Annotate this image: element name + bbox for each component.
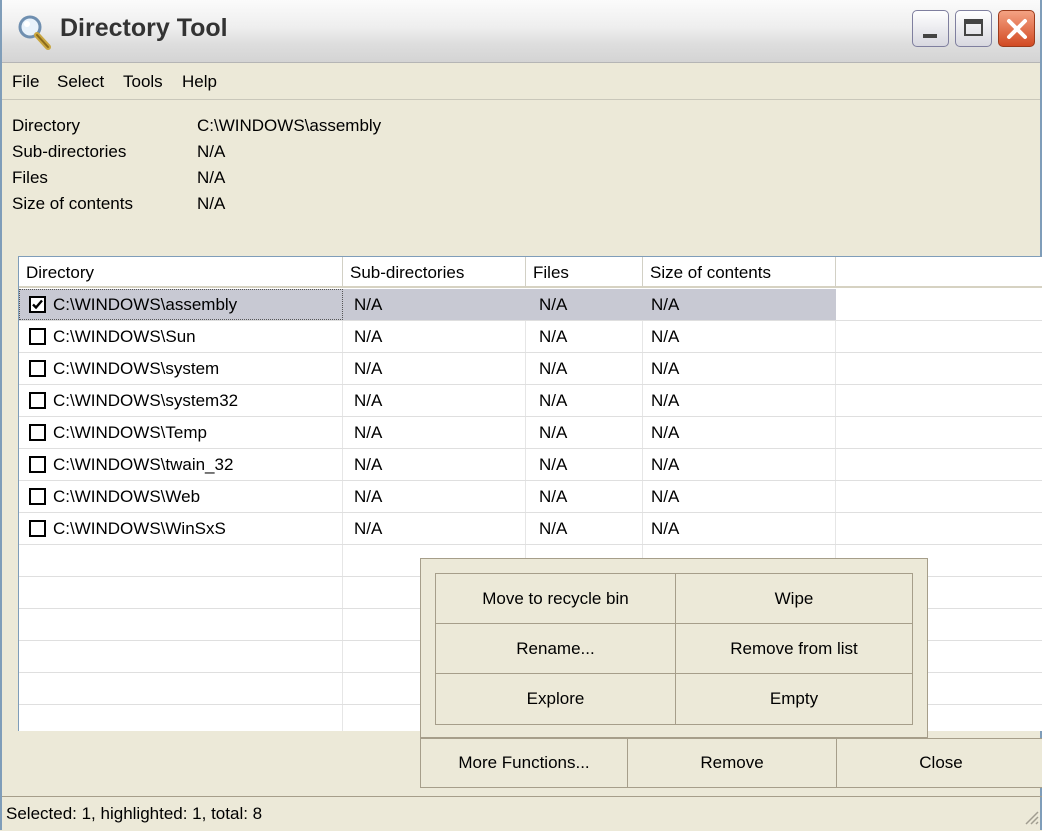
directory-path: C:\WINDOWS\Web bbox=[53, 481, 200, 512]
info-value: N/A bbox=[197, 194, 225, 214]
directory-tool-window: Directory Tool File Select Tools Help Di… bbox=[0, 0, 1042, 830]
table-row[interactable]: C:\WINDOWS\WinSxS N/A N/A N/A bbox=[19, 513, 1042, 545]
cell-files: N/A bbox=[526, 449, 643, 480]
row-checkbox[interactable] bbox=[29, 296, 46, 313]
cell-directory: C:\WINDOWS\system32 bbox=[19, 385, 343, 416]
menu-select[interactable]: Select bbox=[57, 72, 104, 92]
cell-subdirectories: N/A bbox=[343, 353, 526, 384]
info-label: Size of contents bbox=[12, 194, 133, 214]
close-icon bbox=[1005, 17, 1029, 41]
list-header: Directory Sub-directories Files Size of … bbox=[19, 257, 1042, 289]
info-value: N/A bbox=[197, 168, 225, 188]
cell-size: N/A bbox=[643, 513, 836, 544]
cell-subdirectories: N/A bbox=[343, 321, 526, 352]
column-header-files[interactable]: Files bbox=[526, 257, 643, 288]
maximize-button[interactable] bbox=[955, 10, 992, 47]
table-row[interactable]: C:\WINDOWS\Temp N/A N/A N/A bbox=[19, 417, 1042, 449]
column-header-size[interactable]: Size of contents bbox=[643, 257, 836, 288]
magnifier-icon bbox=[14, 12, 54, 52]
cell-size: N/A bbox=[643, 417, 836, 448]
cell-size: N/A bbox=[643, 449, 836, 480]
title-bar[interactable]: Directory Tool bbox=[2, 0, 1040, 63]
close-button[interactable]: Close bbox=[836, 738, 1042, 788]
directory-path: C:\WINDOWS\twain_32 bbox=[53, 449, 233, 480]
cell-directory: C:\WINDOWS\Sun bbox=[19, 321, 343, 352]
cell-size: N/A bbox=[643, 481, 836, 512]
row-checkbox[interactable] bbox=[29, 456, 46, 473]
empty-button[interactable]: Empty bbox=[676, 674, 912, 724]
table-row[interactable]: C:\WINDOWS\Web N/A N/A N/A bbox=[19, 481, 1042, 513]
row-checkbox[interactable] bbox=[29, 360, 46, 377]
explore-button[interactable]: Explore bbox=[436, 674, 676, 724]
cell-size: N/A bbox=[643, 353, 836, 384]
cell-directory: C:\WINDOWS\twain_32 bbox=[19, 449, 343, 480]
directory-path: C:\WINDOWS\Temp bbox=[53, 417, 207, 448]
menu-file[interactable]: File bbox=[12, 72, 39, 92]
cell-directory: C:\WINDOWS\assembly bbox=[19, 289, 343, 320]
info-label: Sub-directories bbox=[12, 142, 126, 162]
row-checkbox[interactable] bbox=[29, 520, 46, 537]
cell-files: N/A bbox=[526, 321, 643, 352]
functions-grid: Move to recycle bin Wipe Rename... Remov… bbox=[435, 573, 913, 725]
cell-files: N/A bbox=[526, 385, 643, 416]
directory-path: C:\WINDOWS\Sun bbox=[53, 321, 196, 352]
cell-size: N/A bbox=[643, 321, 836, 352]
cell-directory: C:\WINDOWS\Web bbox=[19, 481, 343, 512]
cell-size: N/A bbox=[643, 385, 836, 416]
cell-subdirectories: N/A bbox=[343, 449, 526, 480]
remove-from-list-button[interactable]: Remove from list bbox=[676, 624, 912, 674]
cell-subdirectories: N/A bbox=[343, 481, 526, 512]
close-window-button[interactable] bbox=[998, 10, 1035, 47]
directory-path: C:\WINDOWS\system32 bbox=[53, 385, 238, 416]
remove-button[interactable]: Remove bbox=[627, 738, 837, 788]
wipe-button[interactable]: Wipe bbox=[676, 574, 912, 624]
cell-subdirectories: N/A bbox=[343, 289, 526, 320]
directory-path: C:\WINDOWS\assembly bbox=[53, 289, 237, 320]
directory-path: C:\WINDOWS\system bbox=[53, 353, 219, 384]
info-value: C:\WINDOWS\assembly bbox=[197, 116, 381, 136]
menu-help[interactable]: Help bbox=[182, 72, 217, 92]
cell-files: N/A bbox=[526, 513, 643, 544]
cell-directory: C:\WINDOWS\system bbox=[19, 353, 343, 384]
cell-size: N/A bbox=[643, 289, 836, 320]
column-header-subdirectories[interactable]: Sub-directories bbox=[343, 257, 526, 288]
column-header-directory[interactable]: Directory bbox=[19, 257, 343, 288]
table-row[interactable]: C:\WINDOWS\system32 N/A N/A N/A bbox=[19, 385, 1042, 417]
status-text: Selected: 1, highlighted: 1, total: 8 bbox=[6, 804, 262, 824]
column-header-filler bbox=[836, 257, 1042, 288]
info-value: N/A bbox=[197, 142, 225, 162]
cell-subdirectories: N/A bbox=[343, 513, 526, 544]
cell-subdirectories: N/A bbox=[343, 417, 526, 448]
cell-subdirectories: N/A bbox=[343, 385, 526, 416]
cell-directory: C:\WINDOWS\Temp bbox=[19, 417, 343, 448]
row-checkbox[interactable] bbox=[29, 328, 46, 345]
status-bar: Selected: 1, highlighted: 1, total: 8 bbox=[2, 796, 1042, 830]
minimize-button[interactable] bbox=[912, 10, 949, 47]
checkmark-icon bbox=[31, 298, 44, 311]
directory-path: C:\WINDOWS\WinSxS bbox=[53, 513, 226, 544]
table-row[interactable]: C:\WINDOWS\twain_32 N/A N/A N/A bbox=[19, 449, 1042, 481]
move-to-recycle-bin-button[interactable]: Move to recycle bin bbox=[436, 574, 676, 624]
cell-files: N/A bbox=[526, 353, 643, 384]
row-checkbox[interactable] bbox=[29, 392, 46, 409]
resize-grip-icon[interactable] bbox=[1020, 806, 1040, 826]
cell-files: N/A bbox=[526, 481, 643, 512]
row-checkbox[interactable] bbox=[29, 424, 46, 441]
window-title: Directory Tool bbox=[60, 14, 228, 43]
more-functions-button[interactable]: More Functions... bbox=[420, 738, 628, 788]
row-checkbox[interactable] bbox=[29, 488, 46, 505]
menu-tools[interactable]: Tools bbox=[123, 72, 163, 92]
cell-files: N/A bbox=[526, 417, 643, 448]
table-row[interactable]: C:\WINDOWS\system N/A N/A N/A bbox=[19, 353, 1042, 385]
info-label: Files bbox=[12, 168, 48, 188]
cell-files: N/A bbox=[526, 289, 643, 320]
functions-panel: Move to recycle bin Wipe Rename... Remov… bbox=[420, 558, 928, 738]
rename-button[interactable]: Rename... bbox=[436, 624, 676, 674]
table-row[interactable]: C:\WINDOWS\Sun N/A N/A N/A bbox=[19, 321, 1042, 353]
cell-directory: C:\WINDOWS\WinSxS bbox=[19, 513, 343, 544]
menu-bar: File Select Tools Help bbox=[2, 63, 1040, 100]
table-row[interactable]: C:\WINDOWS\assembly N/A N/A N/A bbox=[19, 289, 1042, 321]
info-label: Directory bbox=[12, 116, 80, 136]
